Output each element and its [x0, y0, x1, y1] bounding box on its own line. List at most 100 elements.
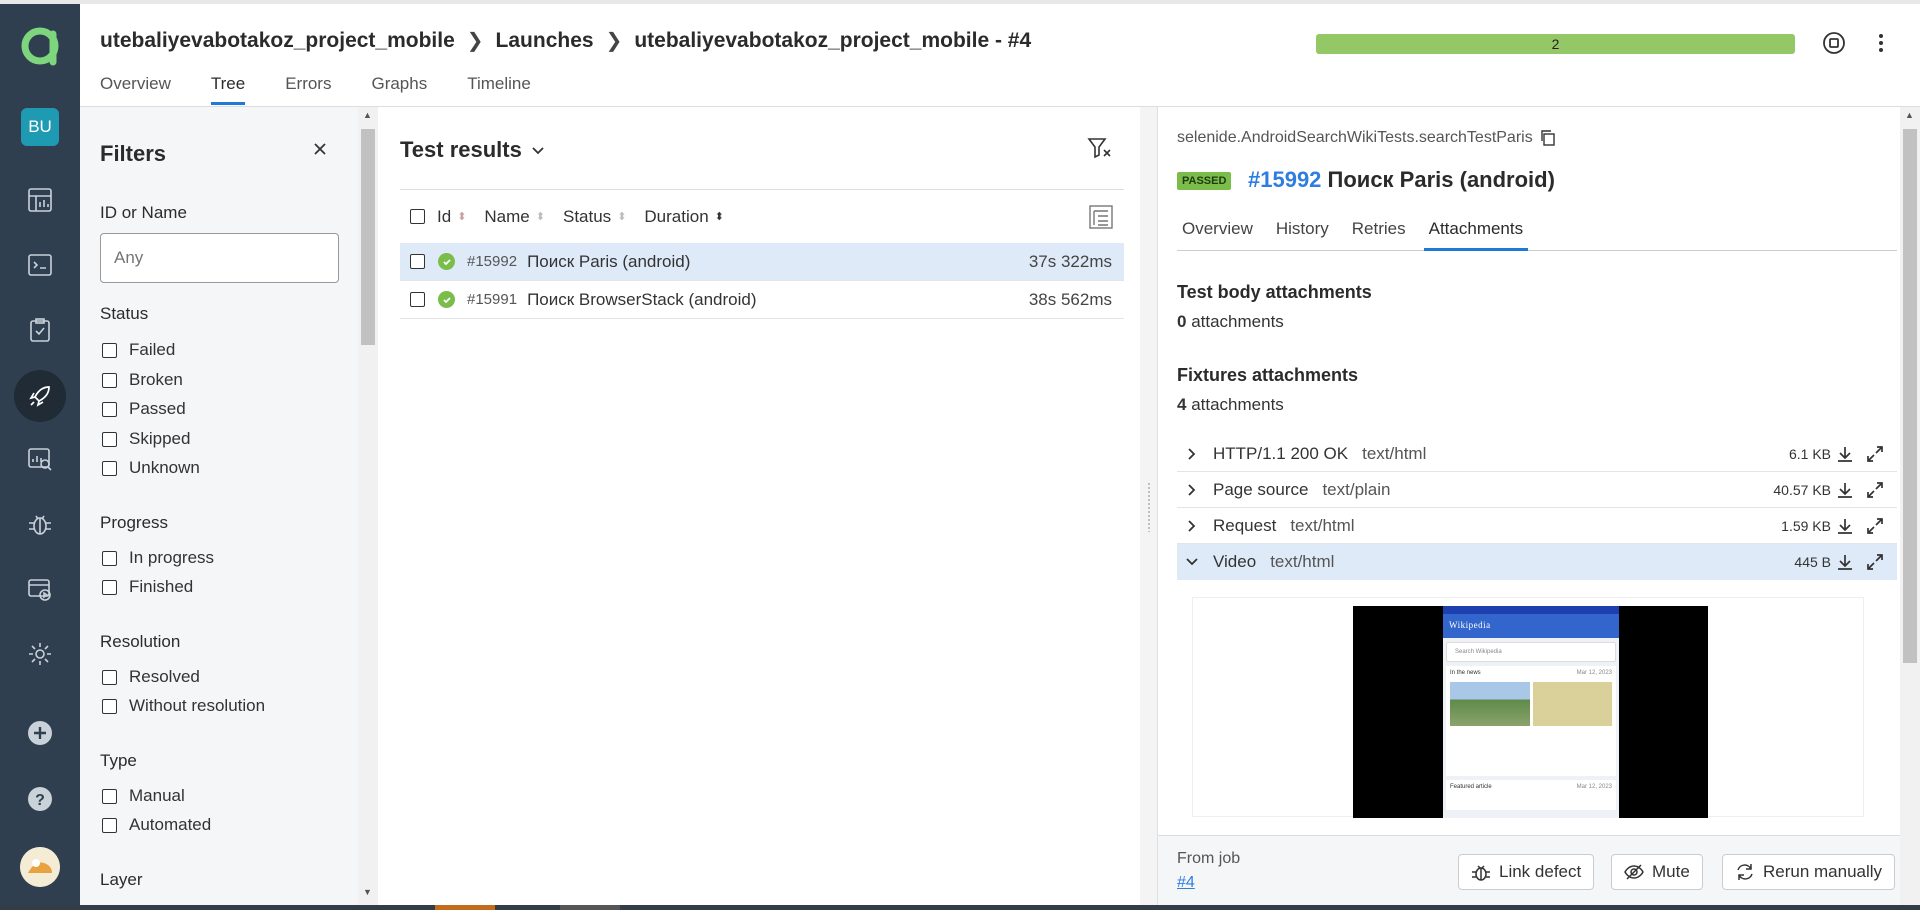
- checkbox[interactable]: [102, 817, 117, 833]
- progress-finished-checkbox[interactable]: Finished: [102, 577, 193, 597]
- tab-errors[interactable]: Errors: [285, 74, 331, 105]
- expand-icon[interactable]: [1865, 552, 1885, 572]
- checkbox[interactable]: [102, 550, 117, 566]
- stop-launch-icon[interactable]: [1821, 30, 1847, 56]
- dashboard-icon[interactable]: [20, 180, 60, 220]
- more-vertical-icon[interactable]: [1868, 30, 1894, 56]
- chevron-right-icon[interactable]: [1177, 447, 1207, 461]
- video-player[interactable]: Wikipedia Search Wikipedia In the news M…: [1353, 606, 1708, 818]
- allure-logo-icon[interactable]: [20, 26, 60, 66]
- chevron-right-icon[interactable]: [1177, 519, 1207, 533]
- checkbox[interactable]: [102, 401, 117, 417]
- mute-button[interactable]: Mute: [1611, 854, 1703, 890]
- row-checkbox[interactable]: [410, 254, 425, 269]
- jobs-icon[interactable]: [20, 569, 60, 609]
- close-icon[interactable]: [308, 137, 332, 161]
- expand-icon[interactable]: [1865, 444, 1885, 464]
- type-manual-checkbox[interactable]: Manual: [102, 786, 185, 806]
- column-duration[interactable]: Duration: [644, 207, 708, 227]
- checkbox[interactable]: [102, 788, 117, 804]
- link-defect-button[interactable]: Link defect: [1458, 854, 1595, 890]
- breadcrumb-launches[interactable]: Launches: [496, 29, 594, 53]
- analytics-icon[interactable]: [20, 439, 60, 479]
- tab-history[interactable]: History: [1271, 219, 1334, 251]
- status-passed-checkbox[interactable]: Passed: [102, 399, 186, 419]
- checkbox[interactable]: [102, 698, 117, 714]
- sort-icon[interactable]: ⬍: [457, 210, 466, 223]
- checkbox[interactable]: [102, 579, 117, 595]
- add-project-icon[interactable]: [20, 713, 60, 753]
- checkbox[interactable]: [102, 669, 117, 685]
- status-unknown-checkbox[interactable]: Unknown: [102, 458, 200, 478]
- sort-icon[interactable]: ⬍: [617, 210, 626, 223]
- tab-retries[interactable]: Retries: [1347, 219, 1411, 251]
- resolution-without-checkbox[interactable]: Without resolution: [102, 696, 265, 716]
- filters-scrollbar[interactable]: ▲ ▼: [358, 107, 378, 905]
- download-icon[interactable]: [1835, 480, 1855, 500]
- row-checkbox[interactable]: [410, 292, 425, 307]
- checkbox[interactable]: [102, 431, 117, 447]
- chevron-right-icon[interactable]: [1177, 483, 1207, 497]
- rerun-manually-button[interactable]: Rerun manually: [1722, 854, 1896, 890]
- id-or-name-input[interactable]: [100, 233, 339, 283]
- download-icon[interactable]: [1835, 444, 1855, 464]
- status-skipped-checkbox[interactable]: Skipped: [102, 429, 190, 449]
- row-name: Поиск BrowserStack (android): [527, 289, 757, 309]
- test-results-dropdown[interactable]: Test results: [400, 137, 546, 163]
- attachment-row[interactable]: Request text/html 1.59 KB: [1177, 508, 1897, 544]
- passed-status-icon: [438, 291, 455, 308]
- settings-gear-icon[interactable]: [20, 634, 60, 674]
- resolution-resolved-checkbox[interactable]: Resolved: [102, 667, 200, 687]
- scrollbar-thumb[interactable]: [1903, 129, 1917, 663]
- drag-handle-icon[interactable]: [1147, 482, 1151, 532]
- tab-attachments[interactable]: Attachments: [1423, 219, 1529, 251]
- expand-icon[interactable]: [1865, 516, 1885, 536]
- scroll-up-icon[interactable]: ▲: [363, 110, 372, 120]
- copy-icon[interactable]: [1539, 129, 1557, 147]
- column-name[interactable]: Name: [484, 207, 529, 227]
- tab-graphs[interactable]: Graphs: [371, 74, 427, 105]
- table-row[interactable]: #15991 Поиск BrowserStack (android) 38s …: [400, 281, 1124, 319]
- chevron-down-icon[interactable]: [1177, 557, 1207, 567]
- download-icon[interactable]: [1835, 516, 1855, 536]
- status-broken-checkbox[interactable]: Broken: [102, 370, 183, 390]
- download-icon[interactable]: [1835, 552, 1855, 572]
- scroll-down-icon[interactable]: ▼: [363, 887, 372, 897]
- progress-in-progress-checkbox[interactable]: In progress: [102, 548, 214, 568]
- tab-overview[interactable]: Overview: [100, 74, 171, 105]
- checkbox[interactable]: [102, 460, 117, 476]
- table-row[interactable]: #15992 Поиск Paris (android) 37s 322ms: [400, 243, 1124, 281]
- expand-icon[interactable]: [1865, 480, 1885, 500]
- user-avatar[interactable]: [20, 847, 60, 887]
- sort-icon[interactable]: ⬍: [715, 210, 724, 223]
- defects-bug-icon[interactable]: [20, 504, 60, 544]
- column-id[interactable]: Id: [437, 207, 451, 227]
- sort-icon[interactable]: ⬍: [536, 210, 545, 223]
- checkbox[interactable]: [102, 342, 117, 358]
- breadcrumb-project[interactable]: utebaliyevabotakoz_project_mobile: [100, 29, 455, 53]
- launches-rocket-icon[interactable]: [14, 370, 66, 422]
- test-plans-icon[interactable]: [20, 310, 60, 350]
- job-link[interactable]: #4: [1177, 874, 1195, 892]
- type-automated-checkbox[interactable]: Automated: [102, 815, 211, 835]
- detail-scrollbar[interactable]: ▲: [1900, 107, 1920, 905]
- attachment-row[interactable]: Page source text/plain 40.57 KB: [1177, 472, 1897, 508]
- tree-view-icon[interactable]: [1088, 204, 1114, 230]
- test-cases-icon[interactable]: [20, 245, 60, 285]
- help-icon[interactable]: ?: [20, 779, 60, 819]
- project-badge[interactable]: BU: [21, 108, 59, 146]
- attachment-row[interactable]: Video text/html 445 B: [1177, 544, 1897, 580]
- scrollbar-thumb[interactable]: [361, 129, 375, 345]
- test-number[interactable]: #15992: [1248, 167, 1321, 192]
- clear-filter-icon[interactable]: [1087, 135, 1113, 161]
- status-failed-checkbox[interactable]: Failed: [102, 340, 175, 360]
- tab-tree[interactable]: Tree: [210, 74, 246, 105]
- scroll-up-icon[interactable]: ▲: [1905, 110, 1914, 120]
- tab-timeline[interactable]: Timeline: [467, 74, 531, 105]
- panel-splitter[interactable]: [1140, 107, 1158, 905]
- checkbox[interactable]: [102, 372, 117, 388]
- tab-detail-overview[interactable]: Overview: [1177, 219, 1258, 251]
- select-all-checkbox[interactable]: [410, 209, 425, 224]
- column-status[interactable]: Status: [563, 207, 611, 227]
- attachment-row[interactable]: HTTP/1.1 200 OK text/html 6.1 KB: [1177, 436, 1897, 472]
